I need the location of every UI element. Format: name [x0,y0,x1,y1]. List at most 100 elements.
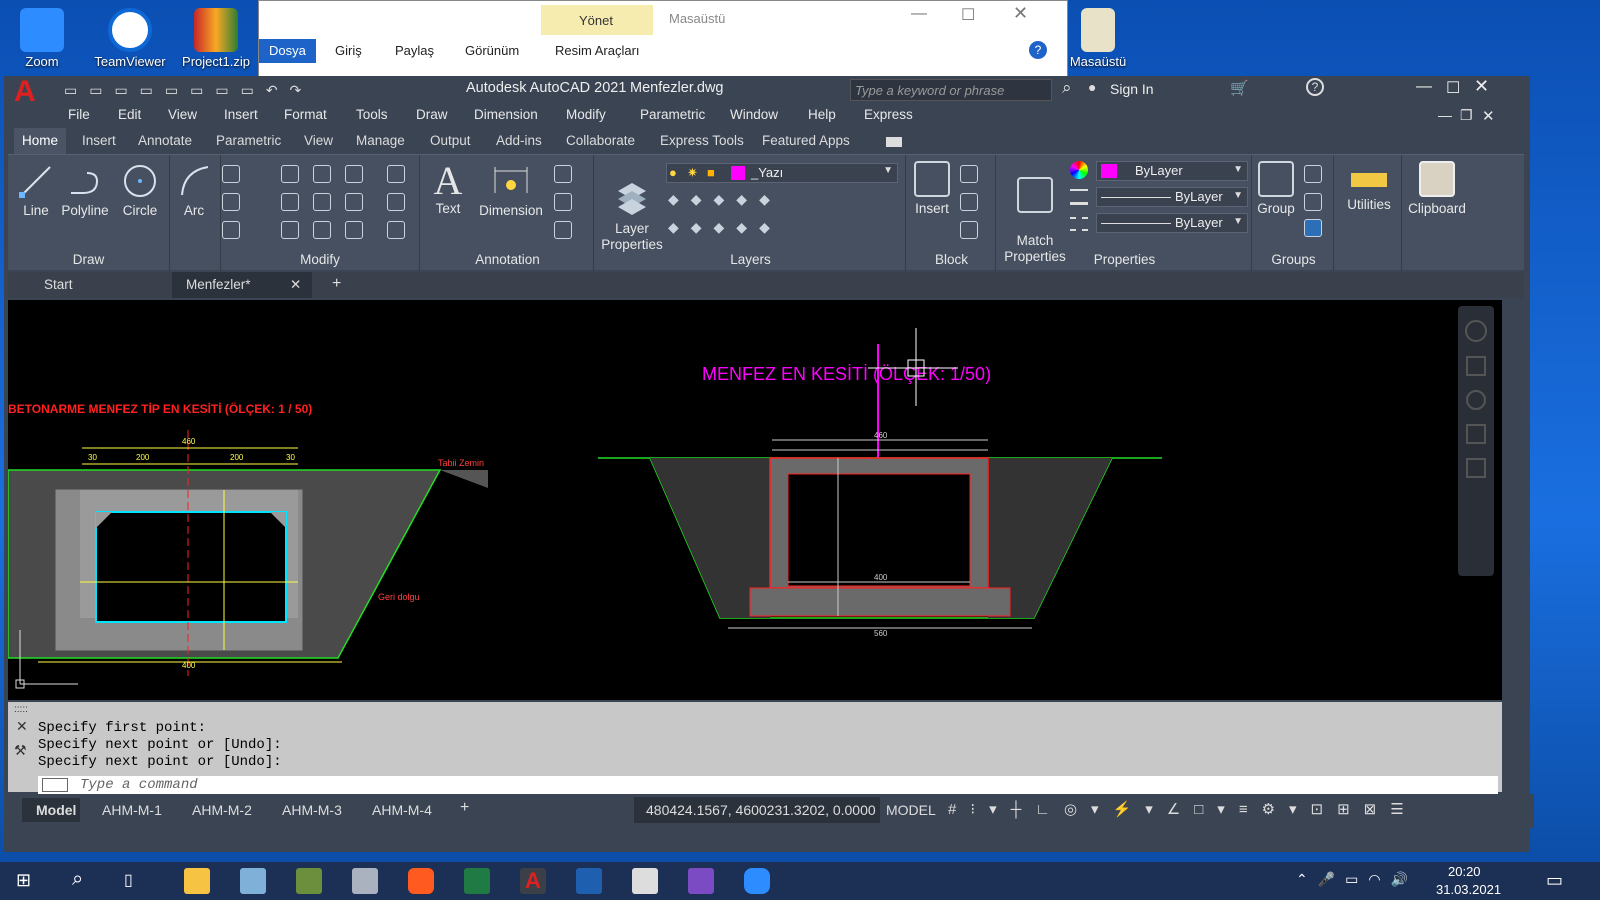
menu-modify[interactable]: Modify [566,107,606,122]
search-box[interactable]: Type a keyword or phrase [850,79,1052,101]
quick-access-toolbar[interactable]: ▭▭▭▭▭▭▭▭↶↷ [64,82,313,99]
grip-icon[interactable]: ::::: [14,704,28,715]
tab-dosya[interactable]: Dosya [259,39,316,63]
fillet-icon[interactable] [345,193,363,211]
doc-restore-icon[interactable]: ❐ [1460,107,1473,124]
text-button[interactable]: A Text [428,161,468,217]
excel-icon[interactable] [464,868,490,894]
add-layout-icon[interactable]: + [460,799,469,817]
help-icon[interactable]: ? [1306,78,1324,96]
close-icon[interactable]: ✕ [16,718,28,735]
draw-panel-title[interactable]: Draw [8,252,169,267]
app-icon[interactable] [296,868,322,894]
layout-tab-model[interactable]: Model [36,802,76,818]
create-block-icon[interactable] [960,165,978,183]
erase-icon[interactable] [387,165,405,183]
layer-tools-row1[interactable]: ◆◆◆◆◆ [668,191,782,208]
sign-in-button[interactable]: Sign In [1110,81,1154,97]
group-select-icon[interactable] [1304,219,1322,237]
explode-icon[interactable] [387,193,405,211]
rotate-icon[interactable] [313,165,331,183]
clipboard-button[interactable]: Clipboard [1404,161,1470,217]
tab-manage[interactable]: Manage [356,133,405,148]
notification-icon[interactable]: ▭ [1546,870,1563,891]
color-dropdown[interactable]: ByLayer ▼ [1096,161,1248,181]
autocad-icon[interactable]: A [520,868,546,894]
windows-start-icon[interactable]: ⊞ [16,870,31,891]
line-button[interactable]: Line [14,163,58,219]
stretch-icon[interactable] [281,221,299,239]
cart-icon[interactable]: 🛒 [1230,79,1249,97]
showmotion-icon[interactable] [1466,458,1486,478]
ellipse-icon[interactable] [222,193,240,211]
layers-panel-title[interactable]: Layers [596,252,905,267]
tab-featured-apps[interactable]: Featured Apps [762,133,850,148]
autocad-logo-icon[interactable]: A [14,77,36,107]
tray-icons[interactable]: ⌃🎤▭◠🔊 [1296,871,1418,888]
move-icon[interactable] [281,165,299,183]
tab-insert[interactable]: Insert [82,133,116,148]
layout-tab-ahm-m-1[interactable]: AHM-M-1 [102,802,162,818]
command-input[interactable]: Type a command [38,776,1498,794]
menu-view[interactable]: View [168,107,197,122]
doc-minimize-icon[interactable]: — [1438,107,1452,123]
layer-dropdown[interactable]: ● ✷ ■ _Yazı ▼ [666,163,898,183]
polyline-button[interactable]: Polyline [56,163,114,219]
layout-tab-ahm-m-3[interactable]: AHM-M-3 [282,802,342,818]
tab-giris[interactable]: Giriş [325,39,372,63]
brave-icon[interactable] [408,868,434,894]
tab-resim-araclari[interactable]: Resim Araçları [545,39,650,63]
search-input[interactable]: Type a keyword or phrase [855,83,1004,98]
tab-annotate[interactable]: Annotate [138,133,192,148]
menu-insert[interactable]: Insert [224,107,258,122]
minimize-icon[interactable]: — [1416,78,1432,96]
layer-tools-row2[interactable]: ◆◆◆◆◆ [668,219,782,236]
tab-express-tools[interactable]: Express Tools [660,133,744,148]
panel-toggle-icon[interactable] [886,137,902,147]
clock-date[interactable]: 31.03.2021 [1436,882,1501,897]
close-tab-icon[interactable]: ✕ [290,277,301,293]
close-icon[interactable]: ✕ [1013,3,1028,24]
copy-icon[interactable] [281,193,299,211]
linetype-dropdown[interactable]: ByLayer ▼ [1096,213,1248,233]
search-icon[interactable]: ⌕ [72,868,83,891]
menu-file[interactable]: File [68,107,90,122]
group-button[interactable]: Group [1254,161,1298,217]
ungroup-icon[interactable] [1304,165,1322,183]
drawing-canvas[interactable]: BETONARME MENFEZ TİP EN KESİTİ (ÖLÇEK: 1… [8,300,1502,700]
desktop-icon-zoom[interactable]: Zoom [2,8,82,69]
manage-tab-header[interactable]: Yönet [541,5,653,35]
properties-panel-title[interactable]: Properties [998,252,1251,267]
help-icon[interactable]: ? [1029,41,1047,59]
pan-icon[interactable] [1466,356,1486,376]
linear-dim-icon[interactable] [554,165,572,183]
utilities-button[interactable]: Utilities [1338,161,1400,213]
close-icon[interactable]: ✕ [1474,76,1489,97]
menu-window[interactable]: Window [730,107,778,122]
modify-panel-title[interactable]: Modify [221,252,419,267]
array-icon[interactable] [345,221,363,239]
coordinates-readout[interactable]: 480424.1567, 4600231.3202, 0.0000 [646,802,876,818]
edit-block-icon[interactable] [960,193,978,211]
sketchup-icon[interactable] [632,868,658,894]
maximize-icon[interactable]: ☐ [961,5,975,25]
wrench-icon[interactable]: ⚒ [14,742,27,759]
tab-output[interactable]: Output [430,133,471,148]
offset-icon[interactable] [387,221,405,239]
app-icon[interactable] [576,868,602,894]
new-tab-icon[interactable]: + [332,275,341,293]
layout-tab-ahm-m-2[interactable]: AHM-M-2 [192,802,252,818]
tab-parametric[interactable]: Parametric [216,133,281,148]
group-edit-icon[interactable] [1304,193,1322,211]
desktop-icon-teamviewer[interactable]: TeamViewer [90,8,170,69]
scale-icon[interactable] [313,221,331,239]
menu-draw[interactable]: Draw [416,107,448,122]
app-icon[interactable] [240,868,266,894]
tab-view[interactable]: View [304,133,333,148]
model-space-toggle[interactable]: MODEL [886,802,936,818]
desktop-icon-project-zip[interactable]: Project1.zip [176,8,256,69]
menu-tools[interactable]: Tools [356,107,388,122]
maximize-icon[interactable]: ☐ [1446,78,1460,98]
menu-help[interactable]: Help [808,107,836,122]
search-icon[interactable]: ⌕ [1062,78,1072,98]
